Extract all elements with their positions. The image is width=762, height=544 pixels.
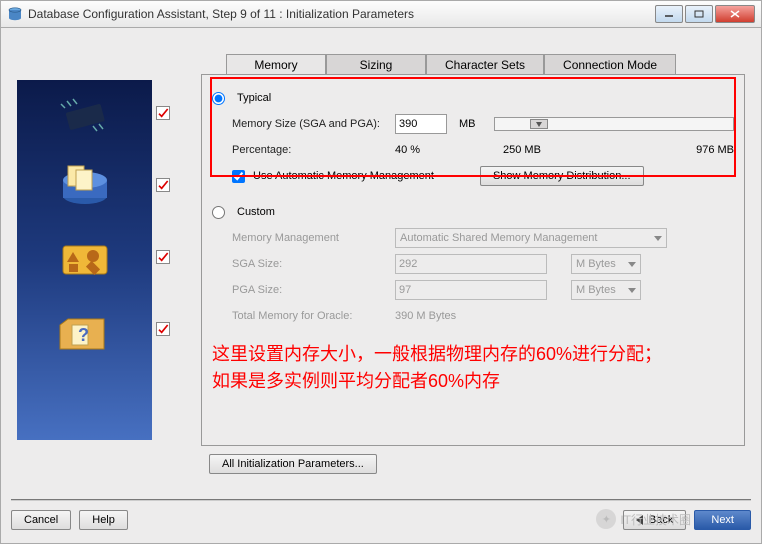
shapes-icon xyxy=(55,240,115,280)
total-label: Total Memory for Oracle: xyxy=(232,310,387,322)
svg-text:?: ? xyxy=(78,325,89,345)
next-button[interactable]: Next xyxy=(694,510,751,530)
arrow-left-icon xyxy=(636,515,643,525)
tab-character-sets[interactable]: Character Sets xyxy=(426,54,544,76)
chevron-down-icon xyxy=(628,262,636,267)
annotation-line1: 这里设置内存大小，一般根据物理内存的60%进行分配； xyxy=(212,341,734,368)
custom-radio[interactable] xyxy=(212,206,225,219)
custom-label: Custom xyxy=(237,206,275,218)
sga-label: SGA Size: xyxy=(232,258,387,270)
slider-thumb[interactable] xyxy=(530,119,548,129)
auto-memory-label: Use Automatic Memory Management xyxy=(253,170,434,182)
folder-files-icon: ? xyxy=(50,307,120,357)
percentage-value: 40 % xyxy=(395,144,447,156)
step-checkbox xyxy=(156,178,170,192)
tab-sizing[interactable]: Sizing xyxy=(326,54,426,76)
cancel-button[interactable]: Cancel xyxy=(11,510,71,530)
database-files-icon xyxy=(50,158,120,218)
window-title: Database Configuration Assistant, Step 9… xyxy=(28,7,655,21)
memory-size-input[interactable] xyxy=(395,114,447,134)
help-button[interactable]: Help xyxy=(79,510,128,530)
slider-max-label: 976 MB xyxy=(696,144,734,156)
pga-unit-select: M Bytes xyxy=(571,280,641,300)
maximize-button[interactable] xyxy=(685,5,713,23)
sga-unit-value: M Bytes xyxy=(576,258,616,270)
pga-label: PGA Size: xyxy=(232,284,387,296)
tab-connection-mode[interactable]: Connection Mode xyxy=(544,54,676,76)
minimize-button[interactable] xyxy=(655,5,683,23)
percentage-label: Percentage: xyxy=(232,144,387,156)
slider-min-label: 250 MB xyxy=(503,144,541,156)
annotation-text: 这里设置内存大小，一般根据物理内存的60%进行分配； 如果是多实例则平均分配者6… xyxy=(212,341,734,395)
tab-bar: Memory Sizing Character Sets Connection … xyxy=(226,54,676,76)
mgmt-select: Automatic Shared Memory Management xyxy=(395,228,667,248)
title-bar: Database Configuration Assistant, Step 9… xyxy=(0,0,762,28)
pga-input xyxy=(395,280,547,300)
sga-unit-select: M Bytes xyxy=(571,254,641,274)
sidebar: ? xyxy=(17,80,152,440)
content-panel: Typical Memory Size (SGA and PGA): MB Pe… xyxy=(201,74,745,446)
chevron-down-icon xyxy=(628,288,636,293)
step-checkbox xyxy=(156,106,170,120)
memory-slider[interactable] xyxy=(494,117,735,131)
pga-unit-value: M Bytes xyxy=(576,284,616,296)
memory-size-unit: MB xyxy=(459,118,476,130)
mgmt-select-value: Automatic Shared Memory Management xyxy=(400,232,597,244)
show-distribution-button[interactable]: Show Memory Distribution... xyxy=(480,166,644,186)
mgmt-label: Memory Management xyxy=(232,232,387,244)
chevron-down-icon xyxy=(654,236,662,241)
tab-memory[interactable]: Memory xyxy=(226,54,326,76)
close-button[interactable] xyxy=(715,5,755,23)
back-button[interactable]: Back xyxy=(623,510,686,530)
total-value: 390 M Bytes xyxy=(395,310,456,322)
step-checkbox xyxy=(156,322,170,336)
sga-input xyxy=(395,254,547,274)
step-checkbox xyxy=(156,250,170,264)
typical-label: Typical xyxy=(237,92,271,104)
chip-icon xyxy=(55,96,115,136)
memory-size-label: Memory Size (SGA and PGA): xyxy=(232,118,387,130)
annotation-line2: 如果是多实例则平均分配者60%内存 xyxy=(212,368,734,395)
footer: Cancel Help Back Next xyxy=(11,499,751,533)
window-controls xyxy=(655,5,755,23)
all-init-params-button[interactable]: All Initialization Parameters... xyxy=(209,454,377,474)
auto-memory-checkbox[interactable] xyxy=(232,170,245,183)
app-icon xyxy=(7,6,23,22)
typical-radio[interactable] xyxy=(212,92,225,105)
